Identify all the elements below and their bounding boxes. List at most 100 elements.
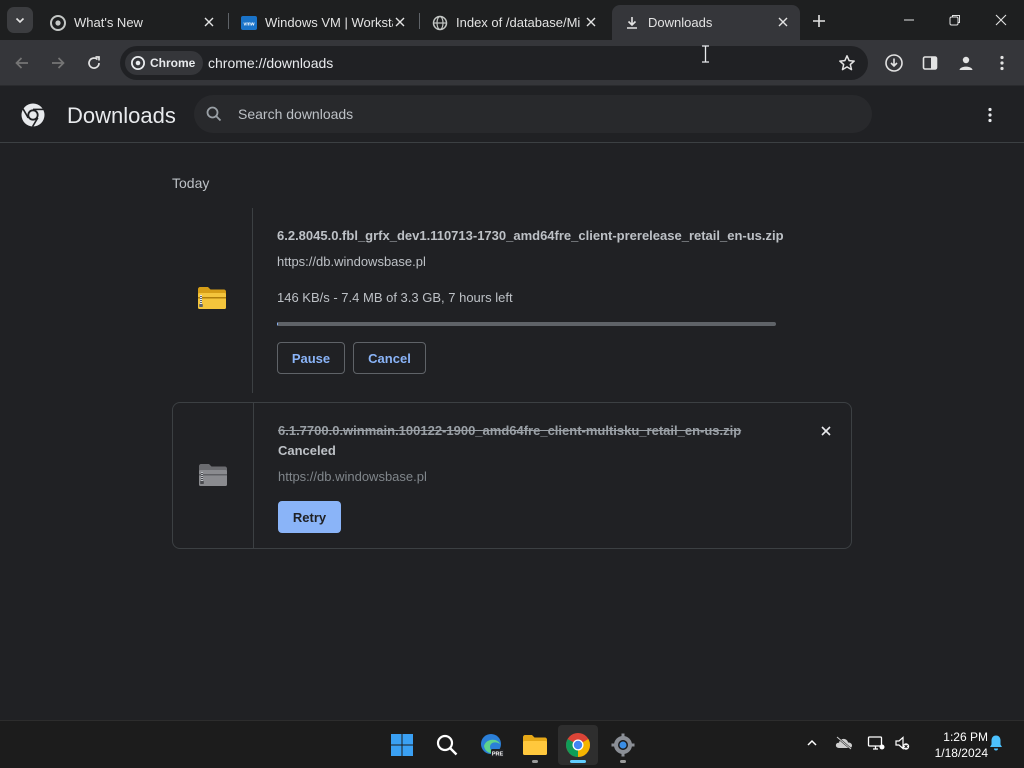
plus-icon xyxy=(813,15,825,27)
download-source-link[interactable]: https://db.windowsbase.pl xyxy=(278,469,427,484)
search-icon xyxy=(206,106,222,122)
tab-title: What's New xyxy=(74,15,143,30)
taskbar-file-explorer[interactable] xyxy=(515,725,555,765)
downloads-header: Downloads xyxy=(0,86,1024,143)
cloud-offline-icon xyxy=(835,736,852,750)
chevron-up-icon xyxy=(807,739,817,746)
browser-toolbar: Chrome chrome://downloads xyxy=(0,40,1024,86)
taskbar-clock[interactable]: 1:26 PM 1/18/2024 xyxy=(918,729,988,761)
network-icon xyxy=(867,736,885,750)
close-icon xyxy=(821,426,831,436)
close-icon xyxy=(586,17,596,27)
side-panel-button[interactable] xyxy=(916,49,944,77)
zip-folder-icon xyxy=(199,464,227,486)
bell-icon xyxy=(990,735,1002,751)
date-section-header: Today xyxy=(172,175,210,191)
gear-icon xyxy=(611,733,635,757)
downloads-button[interactable] xyxy=(880,49,908,77)
reload-icon xyxy=(88,56,100,69)
tab-title: Index of /database/Mi xyxy=(456,15,581,30)
file-icon-column xyxy=(172,208,253,393)
active-indicator xyxy=(570,760,586,763)
download-item: 6.1.7700.0.winmain.100122-1900_amd64fre_… xyxy=(172,402,852,549)
notifications-button[interactable] xyxy=(986,733,1006,753)
back-button[interactable] xyxy=(8,49,36,77)
clock-date: 1/18/2024 xyxy=(934,746,988,760)
download-filename-text: 6.1.7700.0.winmain.100122-1900_amd64fre_… xyxy=(278,423,742,438)
chevron-down-icon xyxy=(15,17,25,24)
cancel-button[interactable]: Cancel xyxy=(353,342,426,374)
clock-time: 1:26 PM xyxy=(943,730,988,744)
svg-text:PRE: PRE xyxy=(492,751,504,757)
globe-icon xyxy=(432,15,448,30)
tab-strip: What's New vmw Windows VM | Workstation … xyxy=(0,0,1024,40)
edge-preview-icon: PRE xyxy=(481,734,504,757)
vmware-icon: vmw xyxy=(241,15,257,30)
close-icon xyxy=(778,17,788,27)
tab-title: Windows VM | Workstation xyxy=(265,15,393,30)
volume-tray-icon[interactable] xyxy=(892,733,912,753)
minimize-icon xyxy=(904,19,914,21)
reload-button[interactable] xyxy=(80,49,108,77)
profile-icon xyxy=(959,56,973,70)
arrow-left-icon xyxy=(15,57,28,69)
chrome-color-icon xyxy=(566,733,590,757)
tab-title: Downloads xyxy=(648,15,713,30)
tab-whats-new[interactable]: What's New xyxy=(38,5,226,40)
close-icon xyxy=(995,14,1007,26)
downloads-more-actions-button[interactable] xyxy=(978,103,1002,127)
download-source-link[interactable]: https://db.windowsbase.pl xyxy=(277,254,426,269)
zip-folder-icon xyxy=(198,287,226,309)
chip-label: Chrome xyxy=(150,56,196,70)
tab-close-button[interactable] xyxy=(582,13,600,31)
text-cursor-icon xyxy=(702,45,709,63)
taskbar-search-button[interactable] xyxy=(427,725,467,765)
svg-text:vmw: vmw xyxy=(243,21,254,27)
new-tab-button[interactable] xyxy=(808,10,830,32)
windows-logo-icon xyxy=(391,734,413,756)
search-icon xyxy=(436,734,458,756)
onedrive-tray-icon[interactable] xyxy=(834,733,854,753)
network-tray-icon[interactable] xyxy=(866,733,886,753)
show-hidden-icons-button[interactable] xyxy=(802,733,822,753)
chrome-page-chip[interactable]: Chrome xyxy=(125,51,204,75)
search-downloads-box[interactable] xyxy=(194,95,872,133)
arrow-right-icon xyxy=(52,57,65,69)
download-progress-fill xyxy=(277,322,278,326)
url-text[interactable]: chrome://downloads xyxy=(208,55,333,71)
retry-button[interactable]: Retry xyxy=(278,501,341,533)
page-title: Downloads xyxy=(67,103,176,128)
file-icon-column xyxy=(173,403,254,548)
kebab-menu-icon xyxy=(1000,55,1004,71)
remove-from-list-button[interactable] xyxy=(816,421,836,441)
profile-button[interactable] xyxy=(952,49,980,77)
tab-windows-vm[interactable]: vmw Windows VM | Workstation xyxy=(229,5,417,40)
download-state-label: Canceled xyxy=(278,443,336,458)
chrome-logo-icon xyxy=(21,103,45,127)
start-button[interactable] xyxy=(382,725,422,765)
taskbar-edge-canary[interactable]: PRE xyxy=(472,725,512,765)
tab-close-button[interactable] xyxy=(774,13,792,31)
windows-taskbar: PRE 1:26 PM 1/18/2024 xyxy=(0,720,1024,768)
restore-button[interactable] xyxy=(932,0,978,40)
tab-close-button[interactable] xyxy=(391,13,409,31)
pause-button[interactable]: Pause xyxy=(277,342,345,374)
chrome-menu-button[interactable] xyxy=(988,49,1016,77)
search-input[interactable] xyxy=(238,95,858,133)
tab-close-button[interactable] xyxy=(200,13,218,31)
forward-button[interactable] xyxy=(44,49,72,77)
address-bar[interactable]: Chrome chrome://downloads xyxy=(120,46,868,80)
close-icon xyxy=(204,17,214,27)
taskbar-chrome[interactable] xyxy=(558,725,598,765)
download-circle-icon xyxy=(885,54,903,72)
tab-index-database[interactable]: Index of /database/Mi xyxy=(420,5,608,40)
close-window-button[interactable] xyxy=(978,0,1024,40)
restore-icon xyxy=(949,15,960,26)
running-indicator xyxy=(532,760,538,763)
minimize-button[interactable] xyxy=(886,0,932,40)
download-filename-link[interactable]: 6.2.8045.0.fbl_grfx_dev1.110713-1730_amd… xyxy=(277,228,784,243)
tab-downloads[interactable]: Downloads xyxy=(612,5,800,40)
bookmark-star-icon[interactable] xyxy=(838,54,856,72)
tab-search-button[interactable] xyxy=(7,7,33,33)
taskbar-settings[interactable] xyxy=(603,725,643,765)
